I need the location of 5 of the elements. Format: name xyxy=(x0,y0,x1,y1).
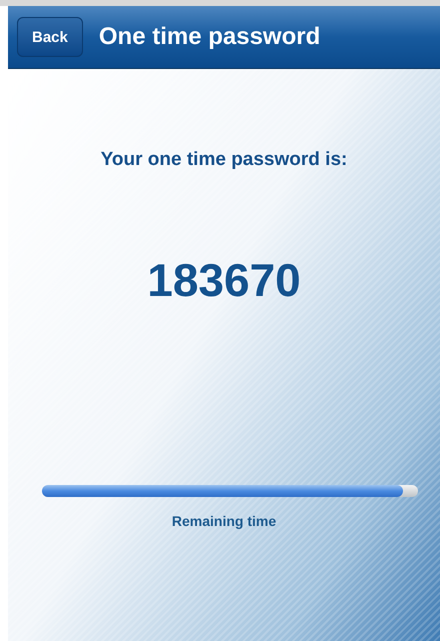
back-button[interactable]: Back xyxy=(17,17,83,57)
password-text: 183670 xyxy=(147,253,301,307)
screen-title: One time password xyxy=(98,23,320,51)
prompt-text: Your one time password is: xyxy=(100,149,348,171)
timer-label: Remaining time xyxy=(172,513,276,529)
